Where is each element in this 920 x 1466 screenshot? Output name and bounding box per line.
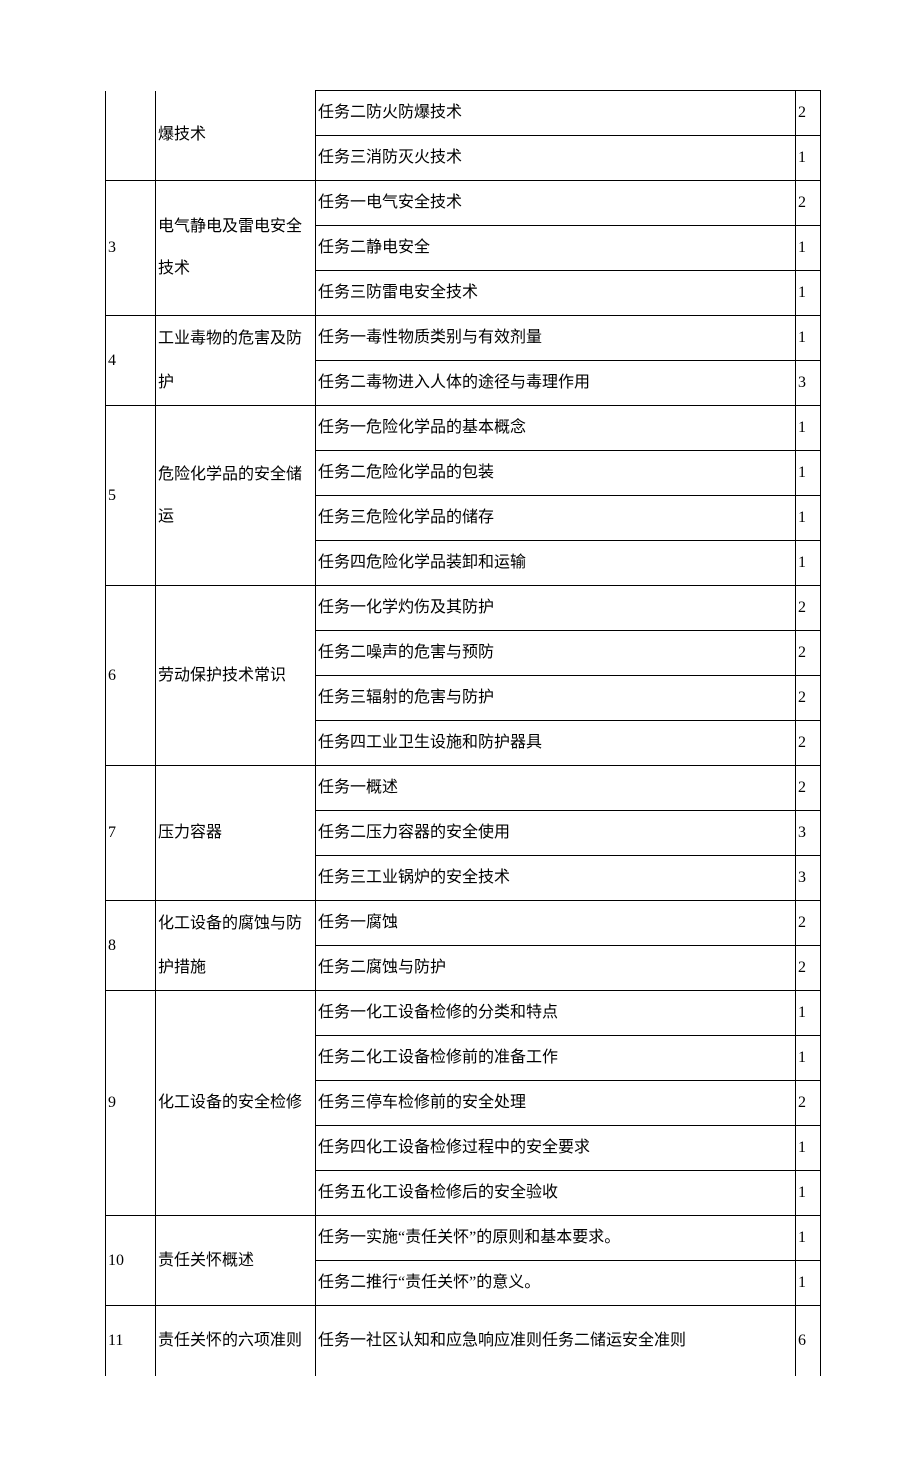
chapter-topic-cell: 化工设备的腐蚀与防护措施 (156, 901, 316, 991)
task-cell: 任务一危险化学品的基本概念 (316, 406, 796, 451)
hours-cell: 1 (796, 226, 821, 271)
hours-cell: 3 (796, 811, 821, 856)
course-table: 爆技术任务二防火防爆技术2任务三消防灭火技术13电气静电及雷电安全技术任务一电气… (105, 90, 821, 1376)
task-cell: 任务一概述 (316, 766, 796, 811)
hours-cell: 1 (796, 451, 821, 496)
chapter-topic-cell: 爆技术 (156, 91, 316, 181)
task-cell: 任务四危险化学品装卸和运输 (316, 541, 796, 586)
table-row: 5危险化学品的安全储运任务一危险化学品的基本概念1 (106, 406, 821, 451)
chapter-topic-cell: 责任关怀概述 (156, 1216, 316, 1306)
hours-cell: 2 (796, 586, 821, 631)
task-cell: 任务一化学灼伤及其防护 (316, 586, 796, 631)
chapter-topic-cell: 危险化学品的安全储运 (156, 406, 316, 586)
table-row: 11责任关怀的六项准则任务一社区认知和应急响应准则任务二储运安全准则6 (106, 1306, 821, 1377)
hours-cell: 3 (796, 361, 821, 406)
hours-cell: 6 (796, 1306, 821, 1377)
table-row: 7压力容器任务一概述2 (106, 766, 821, 811)
table-row: 爆技术任务二防火防爆技术2 (106, 91, 821, 136)
task-cell: 任务二压力容器的安全使用 (316, 811, 796, 856)
hours-cell: 1 (796, 316, 821, 361)
task-cell: 任务一化工设备检修的分类和特点 (316, 991, 796, 1036)
chapter-number-cell: 8 (106, 901, 156, 991)
task-cell: 任务一毒性物质类别与有效剂量 (316, 316, 796, 361)
chapter-number-cell: 11 (106, 1306, 156, 1377)
task-cell: 任务三辐射的危害与防护 (316, 676, 796, 721)
chapter-number-cell: 5 (106, 406, 156, 586)
table-row: 8化工设备的腐蚀与防护措施任务一腐蚀2 (106, 901, 821, 946)
hours-cell: 2 (796, 1081, 821, 1126)
task-cell: 任务二毒物进入人体的途径与毒理作用 (316, 361, 796, 406)
hours-cell: 1 (796, 496, 821, 541)
task-cell: 任务二防火防爆技术 (316, 91, 796, 136)
hours-cell: 2 (796, 181, 821, 226)
task-cell: 任务四化工设备检修过程中的安全要求 (316, 1126, 796, 1171)
hours-cell: 2 (796, 676, 821, 721)
hours-cell: 1 (796, 1036, 821, 1081)
table-row: 3电气静电及雷电安全技术任务一电气安全技术2 (106, 181, 821, 226)
hours-cell: 1 (796, 991, 821, 1036)
task-cell: 任务三消防灭火技术 (316, 136, 796, 181)
task-cell: 任务一社区认知和应急响应准则任务二储运安全准则 (316, 1306, 796, 1377)
task-cell: 任务二推行“责任关怀”的意义。 (316, 1261, 796, 1306)
hours-cell: 2 (796, 721, 821, 766)
hours-cell: 2 (796, 766, 821, 811)
task-cell: 任务一电气安全技术 (316, 181, 796, 226)
table-row: 4工业毒物的危害及防护任务一毒性物质类别与有效剂量1 (106, 316, 821, 361)
table-row: 6劳动保护技术常识任务一化学灼伤及其防护2 (106, 586, 821, 631)
chapter-topic-cell: 责任关怀的六项准则 (156, 1306, 316, 1377)
hours-cell: 1 (796, 1126, 821, 1171)
hours-cell: 1 (796, 271, 821, 316)
chapter-number-cell: 6 (106, 586, 156, 766)
task-cell: 任务二静电安全 (316, 226, 796, 271)
task-cell: 任务二噪声的危害与预防 (316, 631, 796, 676)
chapter-number-cell: 10 (106, 1216, 156, 1306)
hours-cell: 1 (796, 1216, 821, 1261)
hours-cell: 1 (796, 1261, 821, 1306)
task-cell: 任务二危险化学品的包装 (316, 451, 796, 496)
chapter-topic-cell: 压力容器 (156, 766, 316, 901)
hours-cell: 1 (796, 541, 821, 586)
task-cell: 任务一实施“责任关怀”的原则和基本要求。 (316, 1216, 796, 1261)
chapter-number-cell: 7 (106, 766, 156, 901)
hours-cell: 3 (796, 856, 821, 901)
hours-cell: 2 (796, 91, 821, 136)
chapter-topic-cell: 电气静电及雷电安全技术 (156, 181, 316, 316)
task-cell: 任务二腐蚀与防护 (316, 946, 796, 991)
task-cell: 任务三停车检修前的安全处理 (316, 1081, 796, 1126)
task-cell: 任务三工业锅炉的安全技术 (316, 856, 796, 901)
chapter-number-cell: 4 (106, 316, 156, 406)
task-cell: 任务一腐蚀 (316, 901, 796, 946)
hours-cell: 1 (796, 136, 821, 181)
hours-cell: 2 (796, 631, 821, 676)
hours-cell: 2 (796, 946, 821, 991)
chapter-topic-cell: 劳动保护技术常识 (156, 586, 316, 766)
table-row: 10责任关怀概述任务一实施“责任关怀”的原则和基本要求。1 (106, 1216, 821, 1261)
hours-cell: 2 (796, 901, 821, 946)
chapter-number-cell (106, 91, 156, 181)
chapter-number-cell: 3 (106, 181, 156, 316)
hours-cell: 1 (796, 1171, 821, 1216)
hours-cell: 1 (796, 406, 821, 451)
chapter-topic-cell: 化工设备的安全检修 (156, 991, 316, 1216)
chapter-number-cell: 9 (106, 991, 156, 1216)
task-cell: 任务三防雷电安全技术 (316, 271, 796, 316)
chapter-topic-cell: 工业毒物的危害及防护 (156, 316, 316, 406)
task-cell: 任务三危险化学品的储存 (316, 496, 796, 541)
task-cell: 任务四工业卫生设施和防护器具 (316, 721, 796, 766)
table-row: 9化工设备的安全检修任务一化工设备检修的分类和特点1 (106, 991, 821, 1036)
task-cell: 任务二化工设备检修前的准备工作 (316, 1036, 796, 1081)
task-cell: 任务五化工设备检修后的安全验收 (316, 1171, 796, 1216)
